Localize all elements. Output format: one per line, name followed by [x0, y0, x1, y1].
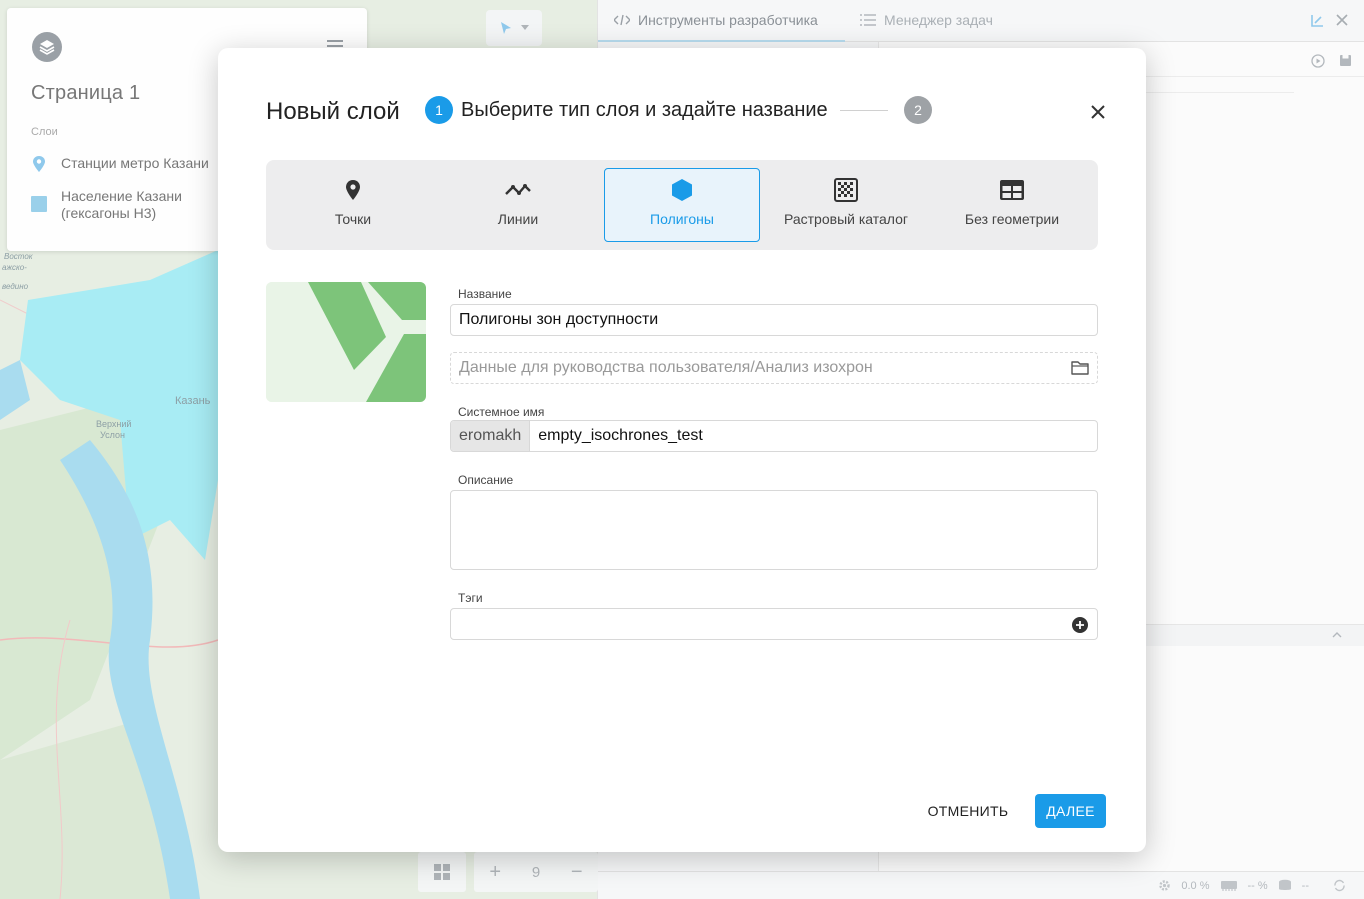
layer-type-selector: Точки Линии Полигоны Растровый каталог Б…: [266, 160, 1098, 250]
name-label: Название: [458, 287, 512, 301]
play-icon[interactable]: [1311, 54, 1325, 68]
layer-type-label: Точки: [334, 211, 372, 227]
layer-type-label: Полигоны: [650, 211, 714, 227]
layers-label: Слои: [31, 126, 58, 138]
map-label-town: Верхний: [96, 419, 131, 429]
zoom-controls: + 9 −: [474, 852, 598, 892]
zoom-level: 9: [531, 863, 541, 881]
raster-grid-icon: [833, 177, 859, 203]
refresh-icon[interactable]: [1333, 879, 1346, 892]
description-label: Описание: [458, 473, 514, 487]
tags-label: Тэги: [458, 591, 483, 605]
tab-label: Менеджер задач: [884, 12, 993, 28]
select-tool-button[interactable]: [486, 10, 542, 46]
layer-type-no-geometry[interactable]: Без геометрии: [934, 168, 1090, 242]
layer-item-metro[interactable]: Станции метро Казани: [31, 155, 209, 173]
grid-icon: [434, 864, 450, 880]
page-title: Страница 1: [31, 82, 141, 104]
folder-icon[interactable]: [1071, 360, 1089, 375]
close-button[interactable]: [1088, 102, 1108, 122]
layer-item-label: Население Казани (гексагоны H3): [61, 188, 182, 221]
close-icon: [1091, 105, 1105, 119]
table-icon: [999, 177, 1025, 203]
layer-type-points[interactable]: Точки: [275, 168, 431, 242]
step-2-badge: 2: [904, 96, 932, 124]
system-name-prefix: eromakh: [451, 421, 531, 451]
new-layer-dialog: Новый слой 1 Выберите тип слоя и задайте…: [218, 48, 1146, 852]
tab-dev-tools[interactable]: Инструменты разработчика: [614, 12, 818, 28]
dev-tabs: Инструменты разработчика Менеджер задач: [598, 0, 1364, 42]
database-icon: [1278, 879, 1291, 890]
chevron-down-icon: [521, 25, 529, 30]
system-name-label: Системное имя: [458, 405, 545, 419]
name-input[interactable]: Полигоны зон доступности: [450, 304, 1098, 336]
map-pin-icon: [340, 177, 366, 203]
zoom-out-icon[interactable]: −: [571, 861, 583, 884]
app-logo-icon[interactable]: [32, 32, 62, 62]
save-icon[interactable]: [1339, 54, 1352, 67]
close-panel-icon[interactable]: [1336, 14, 1348, 26]
layer-type-lines[interactable]: Линии: [440, 168, 596, 242]
dialog-title: Новый слой: [266, 98, 400, 125]
step-connector: [840, 110, 888, 111]
system-name-value: empty_isochrones_test: [538, 427, 703, 444]
dev-toolbar: [1311, 54, 1352, 68]
polygon-preview-image: [266, 282, 426, 402]
gear-icon[interactable]: [1158, 879, 1171, 892]
memory-value: -- %: [1247, 879, 1268, 892]
list-icon: [860, 14, 876, 26]
cursor-icon: [501, 22, 511, 34]
cancel-button[interactable]: ОТМЕНИТЬ: [924, 794, 1012, 828]
hexagon-icon: [669, 177, 695, 203]
step-1-label: Выберите тип слоя и задайте название: [461, 99, 828, 121]
map-label-area-2: ажско-: [2, 263, 27, 272]
folder-input[interactable]: Данные для руководства пользователя/Анал…: [450, 352, 1098, 384]
name-value: Полигоны зон доступности: [459, 311, 659, 328]
map-pin-icon: [33, 156, 45, 172]
add-tag-icon[interactable]: [1071, 616, 1089, 634]
cpu-value: 0.0 %: [1181, 879, 1210, 892]
tab-label: Инструменты разработчика: [638, 12, 818, 28]
layer-type-polygons[interactable]: Полигоны: [604, 168, 760, 242]
status-bar: 0.0 % -- % --: [598, 871, 1364, 899]
layer-item-label: Станции метро Казани: [61, 155, 209, 171]
code-icon: [614, 14, 630, 26]
description-textarea[interactable]: [450, 490, 1098, 570]
map-label-city: Казань: [175, 395, 211, 407]
next-button[interactable]: ДАЛЕЕ: [1035, 794, 1106, 828]
layer-type-label: Линии: [497, 211, 539, 227]
tab-underline: [598, 40, 845, 42]
layer-type-label: Растровый каталог: [783, 211, 909, 227]
layer-type-label: Без геометрии: [964, 211, 1060, 227]
map-label-town-2: Услон: [100, 430, 125, 440]
folder-placeholder: Данные для руководства пользователя/Анал…: [459, 359, 873, 376]
tab-task-manager[interactable]: Менеджер задач: [860, 12, 993, 28]
step-1-badge: 1: [425, 96, 453, 124]
polyline-icon: [505, 177, 531, 203]
map-label-area-3: ведино: [2, 282, 29, 291]
chevron-up-icon[interactable]: [1332, 632, 1342, 638]
dock-icon[interactable]: [1310, 14, 1324, 28]
db-value: --: [1301, 879, 1309, 892]
grid-view-button[interactable]: [418, 852, 466, 892]
memory-icon: [1220, 880, 1237, 891]
zoom-in-icon[interactable]: +: [489, 861, 501, 884]
layer-item-population[interactable]: Население Казани (гексагоны H3): [31, 188, 221, 222]
layer-type-raster[interactable]: Растровый каталог: [768, 168, 924, 242]
map-label-area: Восток: [4, 252, 34, 261]
hexagon-square-icon: [31, 196, 47, 212]
system-name-input[interactable]: eromakh empty_isochrones_test: [450, 420, 1098, 452]
tags-input[interactable]: [450, 608, 1098, 640]
